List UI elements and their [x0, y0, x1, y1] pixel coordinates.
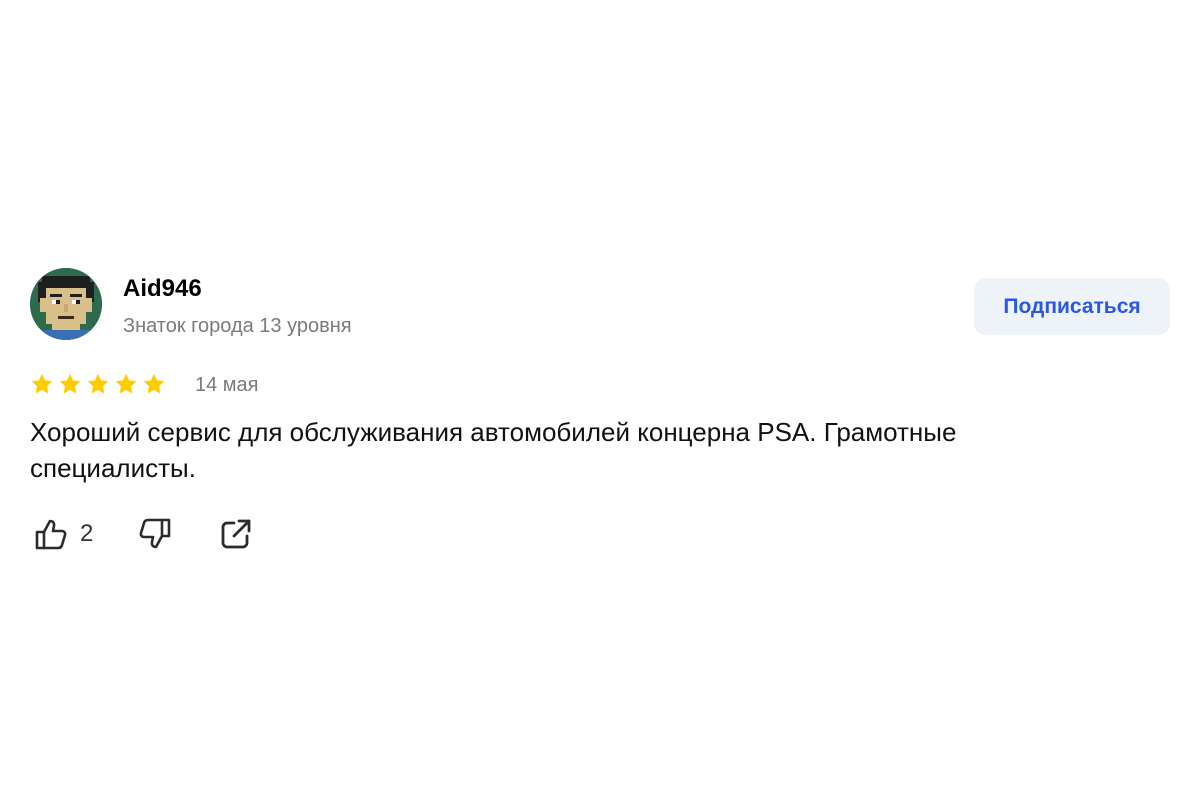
rating-stars: [30, 372, 166, 396]
star-icon: [143, 373, 165, 394]
review-date: 14 мая: [195, 374, 259, 396]
share-button[interactable]: [218, 516, 254, 552]
like-button[interactable]: 2: [34, 516, 93, 552]
like-count: 2: [80, 520, 94, 547]
share-icon: [221, 519, 251, 549]
thumbs-down-icon: [139, 518, 171, 549]
subscribe-button[interactable]: Подписаться: [974, 278, 1170, 335]
dislike-button[interactable]: [136, 516, 172, 552]
author-avatar[interactable]: [30, 268, 102, 340]
star-icon: [87, 373, 109, 394]
star-icon: [31, 373, 53, 394]
pixel-face-icon: [30, 268, 102, 340]
thumbs-up-icon: [35, 519, 67, 550]
review-card: Aid946 Знаток города 13 уровня Подписать…: [30, 268, 1170, 558]
author-name[interactable]: Aid946: [123, 274, 202, 304]
star-icon: [59, 373, 81, 394]
author-level: Знаток города 13 уровня: [123, 315, 352, 337]
star-icon: [115, 373, 137, 394]
review-text: Хороший сервис для обслуживания автомоби…: [30, 417, 957, 483]
